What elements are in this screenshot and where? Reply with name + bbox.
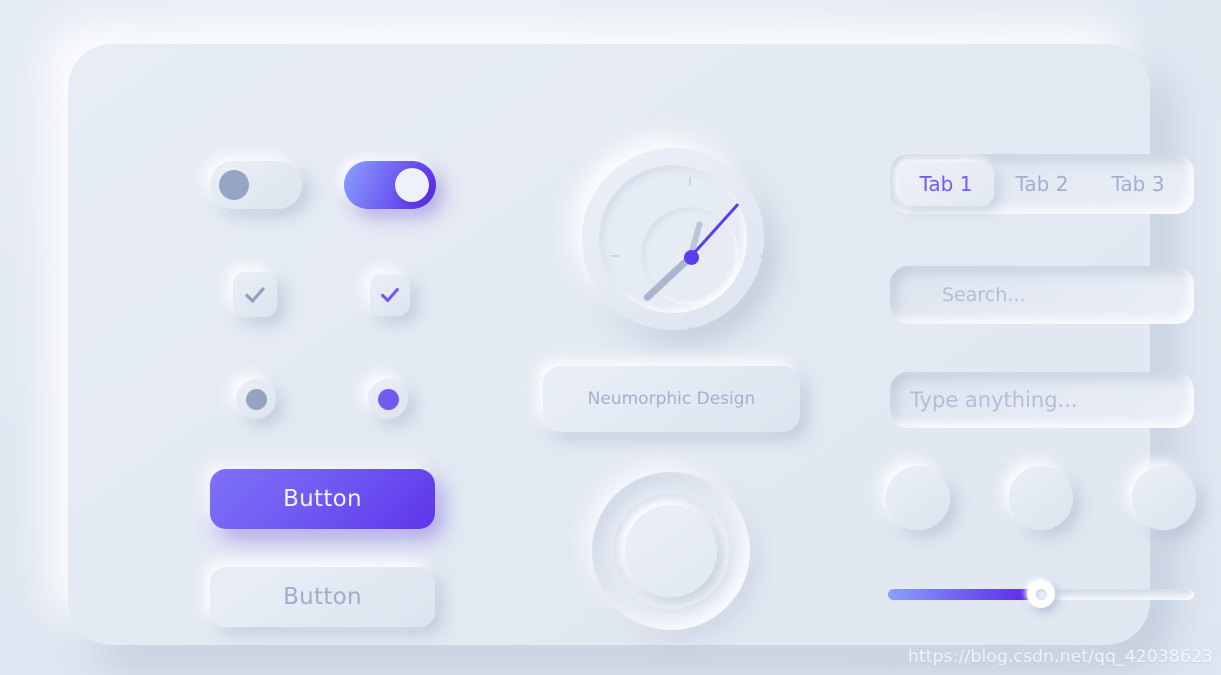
slider-thumb-hole — [1035, 588, 1047, 600]
clock-center-pivot — [684, 250, 699, 265]
circle-button-3[interactable] — [1132, 466, 1196, 530]
radio-button-grey[interactable] — [236, 379, 276, 419]
checkbox-grey[interactable] — [233, 272, 277, 317]
toggle-switch-off[interactable] — [210, 161, 302, 209]
text-input[interactable] — [890, 372, 1194, 428]
slider-track[interactable] — [888, 580, 1194, 608]
toggle-switch-on[interactable] — [344, 161, 436, 209]
tab-1[interactable]: Tab 1 — [898, 162, 994, 206]
tab-2[interactable]: Tab 2 — [994, 162, 1090, 206]
main-panel: Button Button Neumorphic Design Tab 1 Ta… — [68, 44, 1196, 645]
analog-clock — [582, 148, 769, 335]
checkbox-purple[interactable] — [370, 274, 410, 316]
slider-fill — [888, 589, 1041, 600]
toggle-knob — [395, 168, 429, 202]
toggle-knob — [219, 170, 249, 200]
primary-button[interactable]: Button — [210, 469, 435, 529]
clock-tick-9 — [611, 255, 620, 257]
knob-center — [625, 505, 717, 597]
check-icon — [245, 286, 265, 303]
circle-button-1[interactable] — [886, 466, 950, 530]
slider-thumb[interactable] — [1027, 580, 1055, 608]
clock-tick-6 — [689, 326, 691, 335]
secondary-button[interactable]: Button — [210, 567, 435, 627]
tab-bar: Tab 1 Tab 2 Tab 3 — [890, 154, 1194, 214]
search-input[interactable] — [890, 266, 1194, 324]
page-background: Button Button Neumorphic Design Tab 1 Ta… — [0, 0, 1221, 675]
radio-dot — [245, 388, 267, 410]
radio-dot — [377, 388, 399, 410]
rotary-knob[interactable] — [592, 472, 750, 630]
clock-tick-3 — [760, 255, 769, 257]
label-card-text: Neumorphic Design — [587, 389, 756, 409]
tab-3[interactable]: Tab 3 — [1090, 162, 1186, 206]
clock-face — [599, 165, 769, 335]
clock-tick-12 — [689, 177, 691, 186]
label-card: Neumorphic Design — [543, 366, 800, 432]
circle-button-2[interactable] — [1009, 466, 1073, 530]
radio-button-purple[interactable] — [368, 379, 408, 419]
check-icon — [381, 287, 399, 303]
watermark: https://blog.csdn.net/qq_42038623 — [907, 647, 1213, 667]
